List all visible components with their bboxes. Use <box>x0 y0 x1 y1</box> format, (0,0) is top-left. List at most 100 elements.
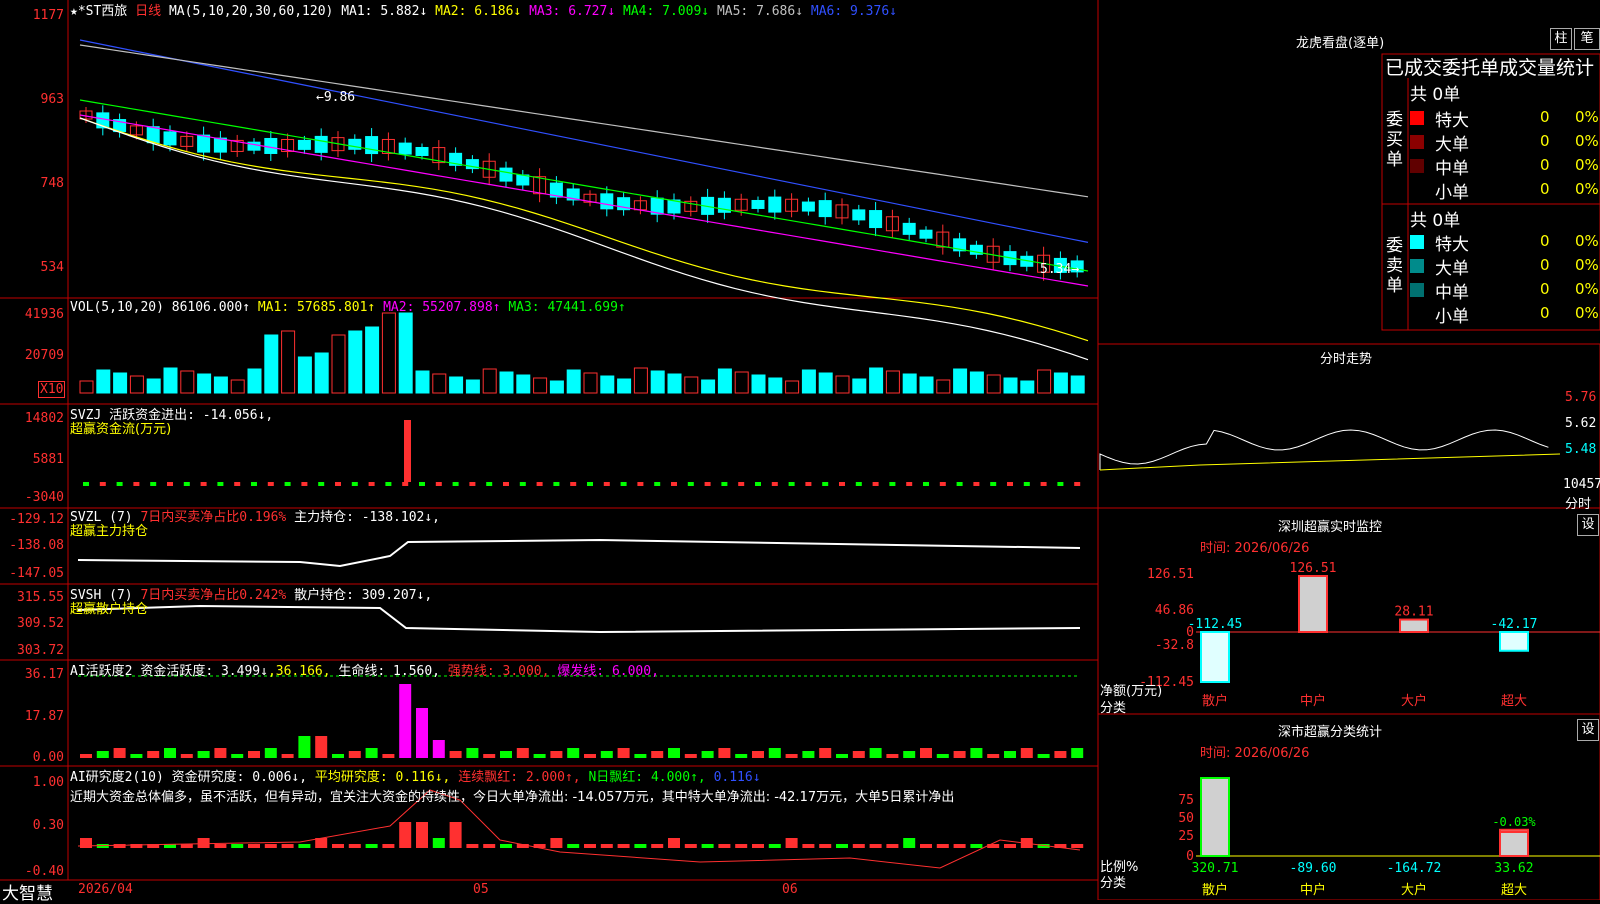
volume-bar <box>1070 375 1085 394</box>
research-bar <box>819 844 832 848</box>
fund-flow-bar <box>1007 482 1013 486</box>
vol-ma1: MA1: 57685.801↑ <box>257 300 376 315</box>
vol-ma3: MA3: 47441.699↑ <box>508 300 626 315</box>
research-bar <box>752 844 764 848</box>
ma2-name: MA2: <box>435 4 467 19</box>
svzl-tick-2: -138.08 <box>9 538 64 553</box>
classify-settings-button[interactable]: 设 <box>1577 719 1599 741</box>
fund-flow-bar <box>267 482 274 486</box>
volume-bar <box>381 312 396 394</box>
fund-flow-bar <box>318 482 325 486</box>
fund-flow-bar <box>99 482 106 486</box>
research-bar <box>197 838 210 848</box>
stroke-view-button[interactable]: 笔 <box>1574 28 1600 50</box>
fund-flow-bar <box>486 482 493 486</box>
panel-frame <box>1097 343 1600 509</box>
research-bar <box>550 838 563 848</box>
candle-body <box>197 134 211 153</box>
ma-line <box>79 99 1089 272</box>
ai-research-tick-1: 1.00 <box>32 775 64 790</box>
chart-canvas[interactable]: -112.45 散户 126.51 中户 28.11 大户 -42.17 超大 126.51 46… <box>0 0 1600 900</box>
research-bar <box>617 844 630 848</box>
intraday-avg-line <box>1099 453 1561 471</box>
vol-unit: X10 <box>38 381 66 398</box>
volume-bar <box>79 380 94 394</box>
fund-flow-bar <box>1057 482 1064 486</box>
fund-flow-bar <box>889 482 896 486</box>
research-bar <box>802 844 815 848</box>
research-bar <box>600 844 613 848</box>
activity-bar <box>920 748 932 758</box>
classify-category-label: 散户 <box>1202 882 1228 898</box>
activity-bar <box>332 754 344 758</box>
column-view-button[interactable]: 柱 <box>1550 28 1572 50</box>
ai-active-t4: 生命线: 1.560, <box>338 664 441 679</box>
activity-bar <box>936 754 949 758</box>
volume-bar <box>751 374 766 394</box>
monitor-settings-button[interactable]: 设 <box>1577 514 1599 536</box>
volume-bar <box>297 356 312 394</box>
volume-bar <box>583 372 598 394</box>
volume-bar <box>1037 369 1052 394</box>
row-name: 中单 <box>1435 283 1469 303</box>
research-bar <box>668 838 680 848</box>
fund-flow-bar <box>637 482 644 486</box>
fund-flow-bar <box>301 482 308 486</box>
volume-bar <box>734 371 749 394</box>
fund-flow-bar <box>217 482 224 486</box>
research-bar <box>852 844 865 848</box>
research-bar <box>970 844 983 848</box>
activity-bar <box>869 748 882 758</box>
fund-flow-bar <box>435 482 442 486</box>
ai-research-header: AI研究度2(10) 资金研究度: 0.006↓, 平均研究度: 0.116↓,… <box>70 766 761 785</box>
dragon-title: 龙虎看盘(逐单) <box>1296 36 1385 51</box>
monitor-category-label: 大户 <box>1401 693 1427 709</box>
svzj-tick-1: 14802 <box>24 411 64 426</box>
fund-flow-bar <box>234 482 241 486</box>
price-high-value: 9.86 <box>323 90 356 105</box>
classify-value-label: 320.71 <box>1192 861 1239 876</box>
research-bar <box>298 844 311 848</box>
research-bar <box>920 844 932 848</box>
ma1-value: 5.882↓ <box>380 4 428 19</box>
volume-bar <box>465 379 480 394</box>
svzl-title-c: 主力持仓: -138.102↓, <box>294 510 440 525</box>
activity-bar <box>500 751 512 758</box>
volume-bar <box>264 334 279 394</box>
fund-flow-bar <box>973 482 980 486</box>
research-bar <box>281 844 294 848</box>
price-low-value: 5.34 <box>1040 262 1072 277</box>
activity-bar <box>264 748 277 758</box>
fund-flow-bar <box>167 482 173 486</box>
buy-row-xl: 特大 0 0% <box>1410 106 1600 131</box>
candle-body <box>516 174 530 186</box>
research-bar <box>432 838 445 848</box>
volume-bar <box>785 380 800 394</box>
fund-flow-bar <box>116 482 123 486</box>
svzl-title-b: 7日内买卖净占比0.196% <box>140 510 287 525</box>
research-bar <box>701 844 714 848</box>
research-bar <box>214 844 227 848</box>
stock-name[interactable]: ★*ST西旅 <box>70 4 127 19</box>
activity-bar <box>852 751 865 758</box>
price-header: ★*ST西旅 日线 MA(5,10,20,30,60,120) MA1: 5.8… <box>70 0 897 19</box>
candle-body <box>213 137 227 153</box>
classify-tick: 25 <box>1178 829 1194 844</box>
fund-flow-bar <box>503 482 509 486</box>
volume-bar <box>633 367 648 394</box>
intraday-vol-label: 分时 <box>1565 497 1592 512</box>
candle-body <box>415 146 429 156</box>
ai-research-t3: 平均研究度: 0.116↓, <box>314 770 451 785</box>
fund-flow-bar <box>603 482 610 486</box>
classify-value-label: -89.60 <box>1290 861 1337 876</box>
ai-active-tick-3: 0.00 <box>32 750 64 765</box>
brand-label[interactable]: 大智慧 <box>2 879 53 904</box>
research-bar <box>449 822 462 848</box>
period-label[interactable]: 日线 <box>135 4 161 19</box>
ai-research-t4: 连续飘红: 2.000↑, <box>458 770 581 785</box>
activity-bar <box>248 751 260 758</box>
activity-bar <box>735 754 748 758</box>
svzj-tick-3: -3040 <box>24 490 64 505</box>
activity-bar <box>281 754 294 758</box>
activity-bar <box>180 754 193 758</box>
